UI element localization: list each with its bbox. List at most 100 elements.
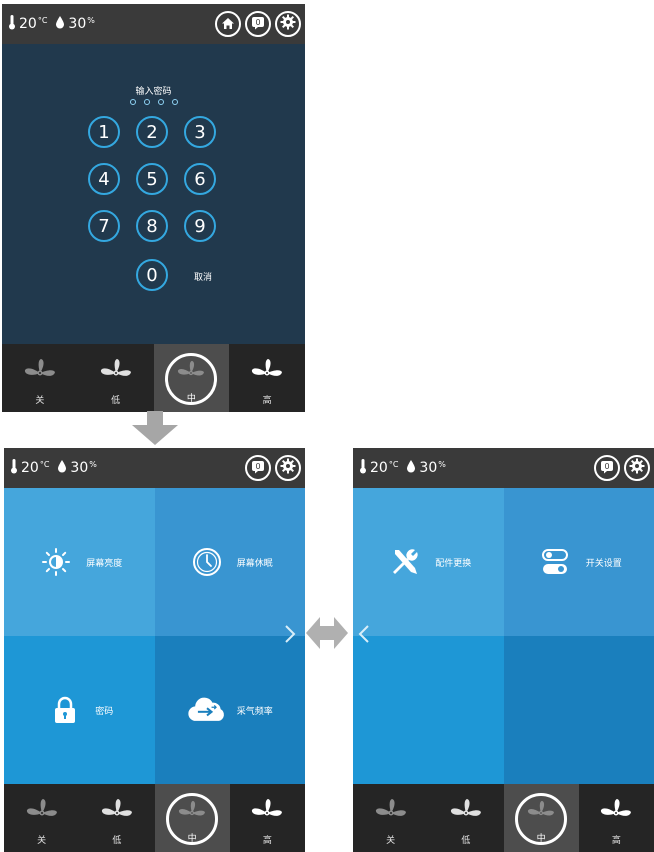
key-6[interactable]: 6 [184, 163, 216, 195]
settings-tiles: 屏幕亮度 屏幕休眠 密码 采气频率 [4, 488, 305, 784]
fan-mode-bar: 关 低 中 高 [2, 344, 305, 412]
settings-menu-page-2: 20 °C 30% 0 配件更换 开关设置 关 低 中 高 [353, 448, 654, 852]
fan-mode-low[interactable]: 低 [428, 784, 503, 852]
fan-mode-label: 低 [112, 836, 122, 846]
fan-mode-high[interactable]: 高 [579, 784, 654, 852]
fan-icon [250, 798, 284, 832]
key-3[interactable]: 3 [184, 116, 216, 148]
status-bar: 20 °C 30% 0 [353, 448, 654, 488]
fan-mode-label: 中 [187, 834, 197, 844]
fan-icon [374, 798, 408, 832]
tile-label: 屏幕亮度 [86, 558, 123, 569]
fan-mode-medium[interactable]: 中 [153, 344, 230, 412]
key-0[interactable]: 0 [136, 259, 168, 291]
tile-password[interactable]: 密码 [4, 636, 155, 784]
humidity-value: 30 [70, 460, 89, 476]
settings-button[interactable] [275, 455, 301, 481]
message-icon: 0 [251, 459, 265, 478]
gear-icon [629, 458, 645, 478]
key-7[interactable]: 7 [88, 210, 120, 242]
thermometer-icon [8, 14, 16, 34]
key-8[interactable]: 8 [136, 210, 168, 242]
fan-mode-bar: 关 低 中 高 [4, 784, 305, 852]
fan-icon [99, 358, 133, 392]
cloud-arrow-icon [187, 695, 227, 725]
status-bar: 20 °C 30% 0 [2, 4, 305, 44]
notification-button[interactable]: 0 [594, 455, 620, 481]
fan-icon [100, 798, 134, 832]
key-4[interactable]: 4 [88, 163, 120, 195]
fan-icon [25, 798, 59, 832]
svg-text:0: 0 [604, 462, 609, 471]
tile-label: 开关设置 [585, 558, 622, 569]
message-icon: 0 [251, 15, 265, 34]
password-dot [129, 99, 136, 105]
tile-sampling-frequency[interactable]: 采气频率 [154, 636, 305, 784]
thermometer-icon [359, 458, 367, 478]
cancel-button[interactable]: 取消 [194, 270, 212, 283]
password-prompt: 输入密码 [135, 87, 172, 97]
temperature-unit: °C [39, 459, 50, 469]
lock-icon [45, 696, 85, 724]
password-dot [143, 99, 150, 105]
key-2[interactable]: 2 [136, 116, 168, 148]
gear-icon [280, 458, 296, 478]
fan-mode-medium[interactable]: 中 [503, 784, 579, 852]
droplet-icon [406, 459, 416, 477]
toggle-icon [536, 548, 576, 576]
swap-arrow-icon [306, 614, 348, 656]
fan-icon [250, 358, 284, 392]
fan-mode-label: 中 [186, 394, 196, 404]
arrow-down-icon [130, 411, 180, 449]
temperature-value: 20 [19, 16, 37, 32]
fan-mode-label: 高 [611, 836, 621, 846]
fan-mode-off[interactable]: 关 [4, 784, 79, 852]
fan-mode-high[interactable]: 高 [229, 344, 305, 412]
home-button[interactable] [215, 11, 241, 37]
humidity-value: 30 [419, 460, 438, 476]
brightness-icon [36, 547, 76, 577]
fan-mode-label: 关 [386, 836, 396, 846]
settings-button[interactable] [624, 455, 650, 481]
fan-mode-high[interactable]: 高 [230, 784, 305, 852]
tile-label: 屏幕休眠 [236, 558, 273, 569]
tile-empty [353, 636, 504, 784]
temperature-unit: °C [388, 459, 399, 469]
tile-brightness[interactable]: 屏幕亮度 [4, 488, 155, 636]
tile-empty [503, 636, 654, 784]
clock-icon [187, 547, 227, 577]
tile-switch-settings[interactable]: 开关设置 [503, 488, 654, 636]
fan-mode-low[interactable]: 低 [79, 784, 154, 852]
fan-mode-off[interactable]: 关 [353, 784, 428, 852]
password-dot [157, 99, 164, 105]
notification-button[interactable]: 0 [245, 455, 271, 481]
chevron-right-icon[interactable] [284, 624, 296, 648]
chevron-left-icon[interactable] [358, 624, 370, 648]
humidity-unit: % [87, 15, 95, 25]
key-5[interactable]: 5 [136, 163, 168, 195]
status-bar: 20 °C 30% 0 [4, 448, 305, 488]
tile-parts-replacement[interactable]: 配件更换 [353, 488, 504, 636]
fan-mode-off[interactable]: 关 [2, 344, 78, 412]
fan-mode-label: 高 [262, 396, 272, 406]
droplet-icon [57, 459, 67, 477]
fan-icon [23, 358, 57, 392]
fan-mode-label: 高 [262, 836, 272, 846]
temperature-value: 20 [370, 460, 388, 476]
svg-text:0: 0 [255, 18, 260, 27]
key-9[interactable]: 9 [184, 210, 216, 242]
password-dot [171, 99, 178, 105]
fan-mode-label: 低 [111, 396, 121, 406]
key-1[interactable]: 1 [88, 116, 120, 148]
fan-mode-low[interactable]: 低 [78, 344, 154, 412]
temperature-unit: °C [37, 15, 48, 25]
fan-mode-medium[interactable]: 中 [154, 784, 230, 852]
message-icon: 0 [600, 459, 614, 478]
tile-label: 密码 [95, 706, 114, 717]
settings-button[interactable] [275, 11, 301, 37]
tile-sleep[interactable]: 屏幕休眠 [154, 488, 305, 636]
password-dots [2, 99, 305, 105]
gear-icon [280, 14, 296, 34]
fan-icon [599, 798, 633, 832]
notification-button[interactable]: 0 [245, 11, 271, 37]
